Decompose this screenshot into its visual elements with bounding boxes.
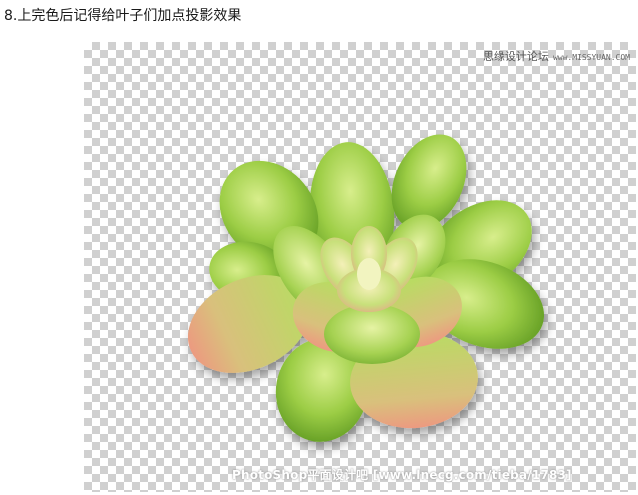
bottom-watermark: PhotoShop平面设计吧 [www.lnecg.com/tieba/1783… bbox=[232, 468, 572, 482]
transparent-canvas: 思缘设计论坛 www.MISSYUAN.COM PhotoShop平面设计吧 [… bbox=[84, 42, 636, 492]
leaf bbox=[324, 304, 420, 364]
step-title: 8.上完色后记得给叶子们加点投影效果 bbox=[4, 8, 242, 24]
succulent-illustration bbox=[187, 134, 545, 442]
leaf bbox=[357, 258, 381, 290]
